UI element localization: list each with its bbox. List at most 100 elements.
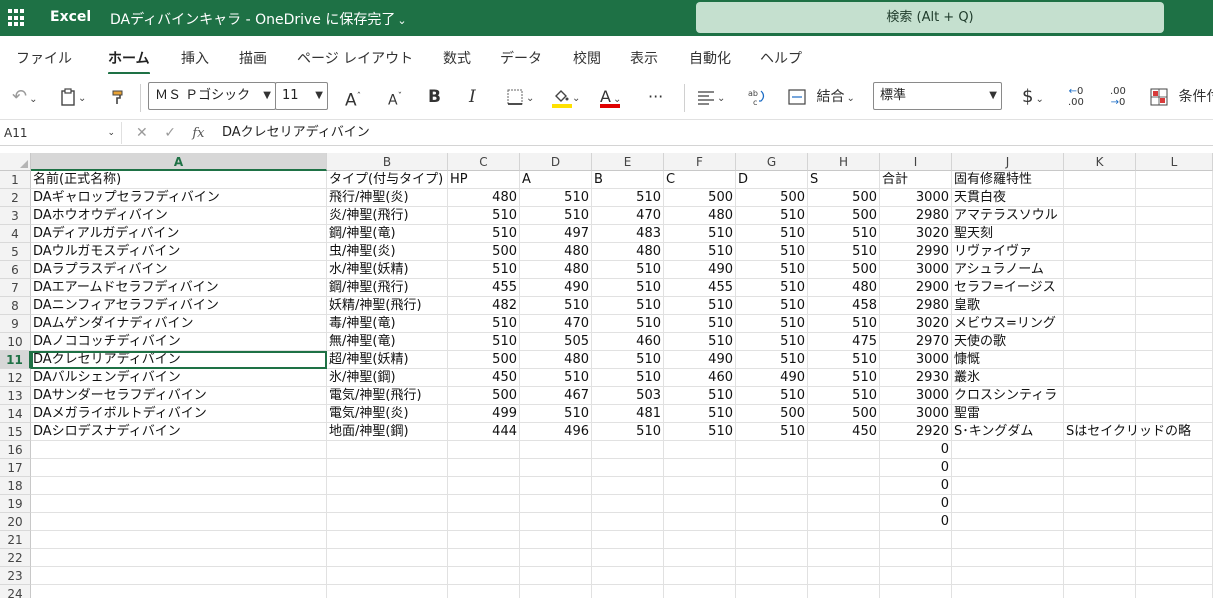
cell-c17[interactable] <box>448 459 520 477</box>
cell-b10[interactable]: 無/神聖(竜) <box>327 333 448 351</box>
font-size-select[interactable]: 11 ▼ <box>275 82 328 110</box>
row-header-3[interactable]: 3 <box>0 207 31 225</box>
cell-e13[interactable]: 503 <box>592 387 664 405</box>
cell-k19[interactable] <box>1064 495 1136 513</box>
row-header-1[interactable]: 1 <box>0 171 31 189</box>
tab-page-layout[interactable]: ページ レイアウト <box>297 48 413 68</box>
cell-c1[interactable]: HP <box>448 171 520 189</box>
number-format-select[interactable]: 標準 ▼ <box>873 82 1002 110</box>
cell-h23[interactable] <box>808 567 880 585</box>
shrink-font-button[interactable]: Aˇ <box>388 84 402 110</box>
cell-d17[interactable] <box>520 459 592 477</box>
cell-a11[interactable]: DAクレセリアディバイン <box>31 351 327 369</box>
cell-f17[interactable] <box>664 459 736 477</box>
cell-f18[interactable] <box>664 477 736 495</box>
cell-a17[interactable] <box>31 459 327 477</box>
cell-b14[interactable]: 電気/神聖(炎) <box>327 405 448 423</box>
cell-i20[interactable]: 0 <box>880 513 952 531</box>
cell-i18[interactable]: 0 <box>880 477 952 495</box>
cell-j2[interactable]: 天貫白夜 <box>952 189 1064 207</box>
cell-c18[interactable] <box>448 477 520 495</box>
cell-j23[interactable] <box>952 567 1064 585</box>
cell-j22[interactable] <box>952 549 1064 567</box>
cell-e8[interactable]: 510 <box>592 297 664 315</box>
cell-h2[interactable]: 500 <box>808 189 880 207</box>
search-box[interactable]: 検索 (Alt + Q) <box>696 2 1164 33</box>
cell-a13[interactable]: DAサンダーセラフディバイン <box>31 387 327 405</box>
row-header-12[interactable]: 12 <box>0 369 31 387</box>
cell-b20[interactable] <box>327 513 448 531</box>
row-header-22[interactable]: 22 <box>0 549 31 567</box>
cell-e11[interactable]: 510 <box>592 351 664 369</box>
cell-j8[interactable]: 皇歌 <box>952 297 1064 315</box>
cell-g3[interactable]: 510 <box>736 207 808 225</box>
row-header-20[interactable]: 20 <box>0 513 31 531</box>
cell-g16[interactable] <box>736 441 808 459</box>
cell-f11[interactable]: 490 <box>664 351 736 369</box>
row-header-18[interactable]: 18 <box>0 477 31 495</box>
cell-a8[interactable]: DAニンフィアセラフディバイン <box>31 297 327 315</box>
cell-l11[interactable] <box>1136 351 1213 369</box>
cell-d19[interactable] <box>520 495 592 513</box>
cell-f6[interactable]: 490 <box>664 261 736 279</box>
cell-c19[interactable] <box>448 495 520 513</box>
cell-g1[interactable]: D <box>736 171 808 189</box>
cell-l15[interactable] <box>1136 423 1213 441</box>
cell-j13[interactable]: クロスシンティラ <box>952 387 1064 405</box>
cell-f23[interactable] <box>664 567 736 585</box>
cell-b23[interactable] <box>327 567 448 585</box>
cell-f3[interactable]: 480 <box>664 207 736 225</box>
cell-h11[interactable]: 510 <box>808 351 880 369</box>
cell-a23[interactable] <box>31 567 327 585</box>
row-header-16[interactable]: 16 <box>0 441 31 459</box>
cell-k6[interactable] <box>1064 261 1136 279</box>
cell-j18[interactable] <box>952 477 1064 495</box>
cell-l18[interactable] <box>1136 477 1213 495</box>
cell-j19[interactable] <box>952 495 1064 513</box>
cell-e3[interactable]: 470 <box>592 207 664 225</box>
tab-insert[interactable]: 挿入 <box>181 48 209 68</box>
cell-l22[interactable] <box>1136 549 1213 567</box>
cell-h6[interactable]: 500 <box>808 261 880 279</box>
cell-b9[interactable]: 毒/神聖(竜) <box>327 315 448 333</box>
row-header-4[interactable]: 4 <box>0 225 31 243</box>
cell-d4[interactable]: 497 <box>520 225 592 243</box>
cell-g10[interactable]: 510 <box>736 333 808 351</box>
column-header-k[interactable]: K <box>1064 153 1136 171</box>
cell-f20[interactable] <box>664 513 736 531</box>
cell-a24[interactable] <box>31 585 327 598</box>
grow-font-button[interactable]: Aˆ <box>345 84 361 111</box>
tab-draw[interactable]: 描画 <box>239 48 267 68</box>
cell-l12[interactable] <box>1136 369 1213 387</box>
cell-j24[interactable] <box>952 585 1064 598</box>
cell-h9[interactable]: 510 <box>808 315 880 333</box>
cell-l5[interactable] <box>1136 243 1213 261</box>
cell-j11[interactable]: 慷慨 <box>952 351 1064 369</box>
cell-g9[interactable]: 510 <box>736 315 808 333</box>
cell-g4[interactable]: 510 <box>736 225 808 243</box>
tab-review[interactable]: 校閲 <box>573 48 601 68</box>
cell-b1[interactable]: タイプ(付与タイプ) <box>327 171 448 189</box>
cell-h4[interactable]: 510 <box>808 225 880 243</box>
cell-c9[interactable]: 510 <box>448 315 520 333</box>
cell-k23[interactable] <box>1064 567 1136 585</box>
cell-k1[interactable] <box>1064 171 1136 189</box>
cell-a2[interactable]: DAギャロップセラフディバイン <box>31 189 327 207</box>
cell-g24[interactable] <box>736 585 808 598</box>
cell-d2[interactable]: 510 <box>520 189 592 207</box>
cell-k11[interactable] <box>1064 351 1136 369</box>
cell-d6[interactable]: 480 <box>520 261 592 279</box>
cell-b5[interactable]: 虫/神聖(炎) <box>327 243 448 261</box>
cell-e21[interactable] <box>592 531 664 549</box>
cell-k3[interactable] <box>1064 207 1136 225</box>
cell-k10[interactable] <box>1064 333 1136 351</box>
formula-input[interactable]: DAクレセリアディバイン <box>222 122 370 144</box>
column-header-j[interactable]: J <box>952 153 1064 171</box>
cell-b8[interactable]: 妖精/神聖(飛行) <box>327 297 448 315</box>
cell-i23[interactable] <box>880 567 952 585</box>
cell-l20[interactable] <box>1136 513 1213 531</box>
row-header-10[interactable]: 10 <box>0 333 31 351</box>
cell-g20[interactable] <box>736 513 808 531</box>
cell-g13[interactable]: 510 <box>736 387 808 405</box>
row-header-23[interactable]: 23 <box>0 567 31 585</box>
